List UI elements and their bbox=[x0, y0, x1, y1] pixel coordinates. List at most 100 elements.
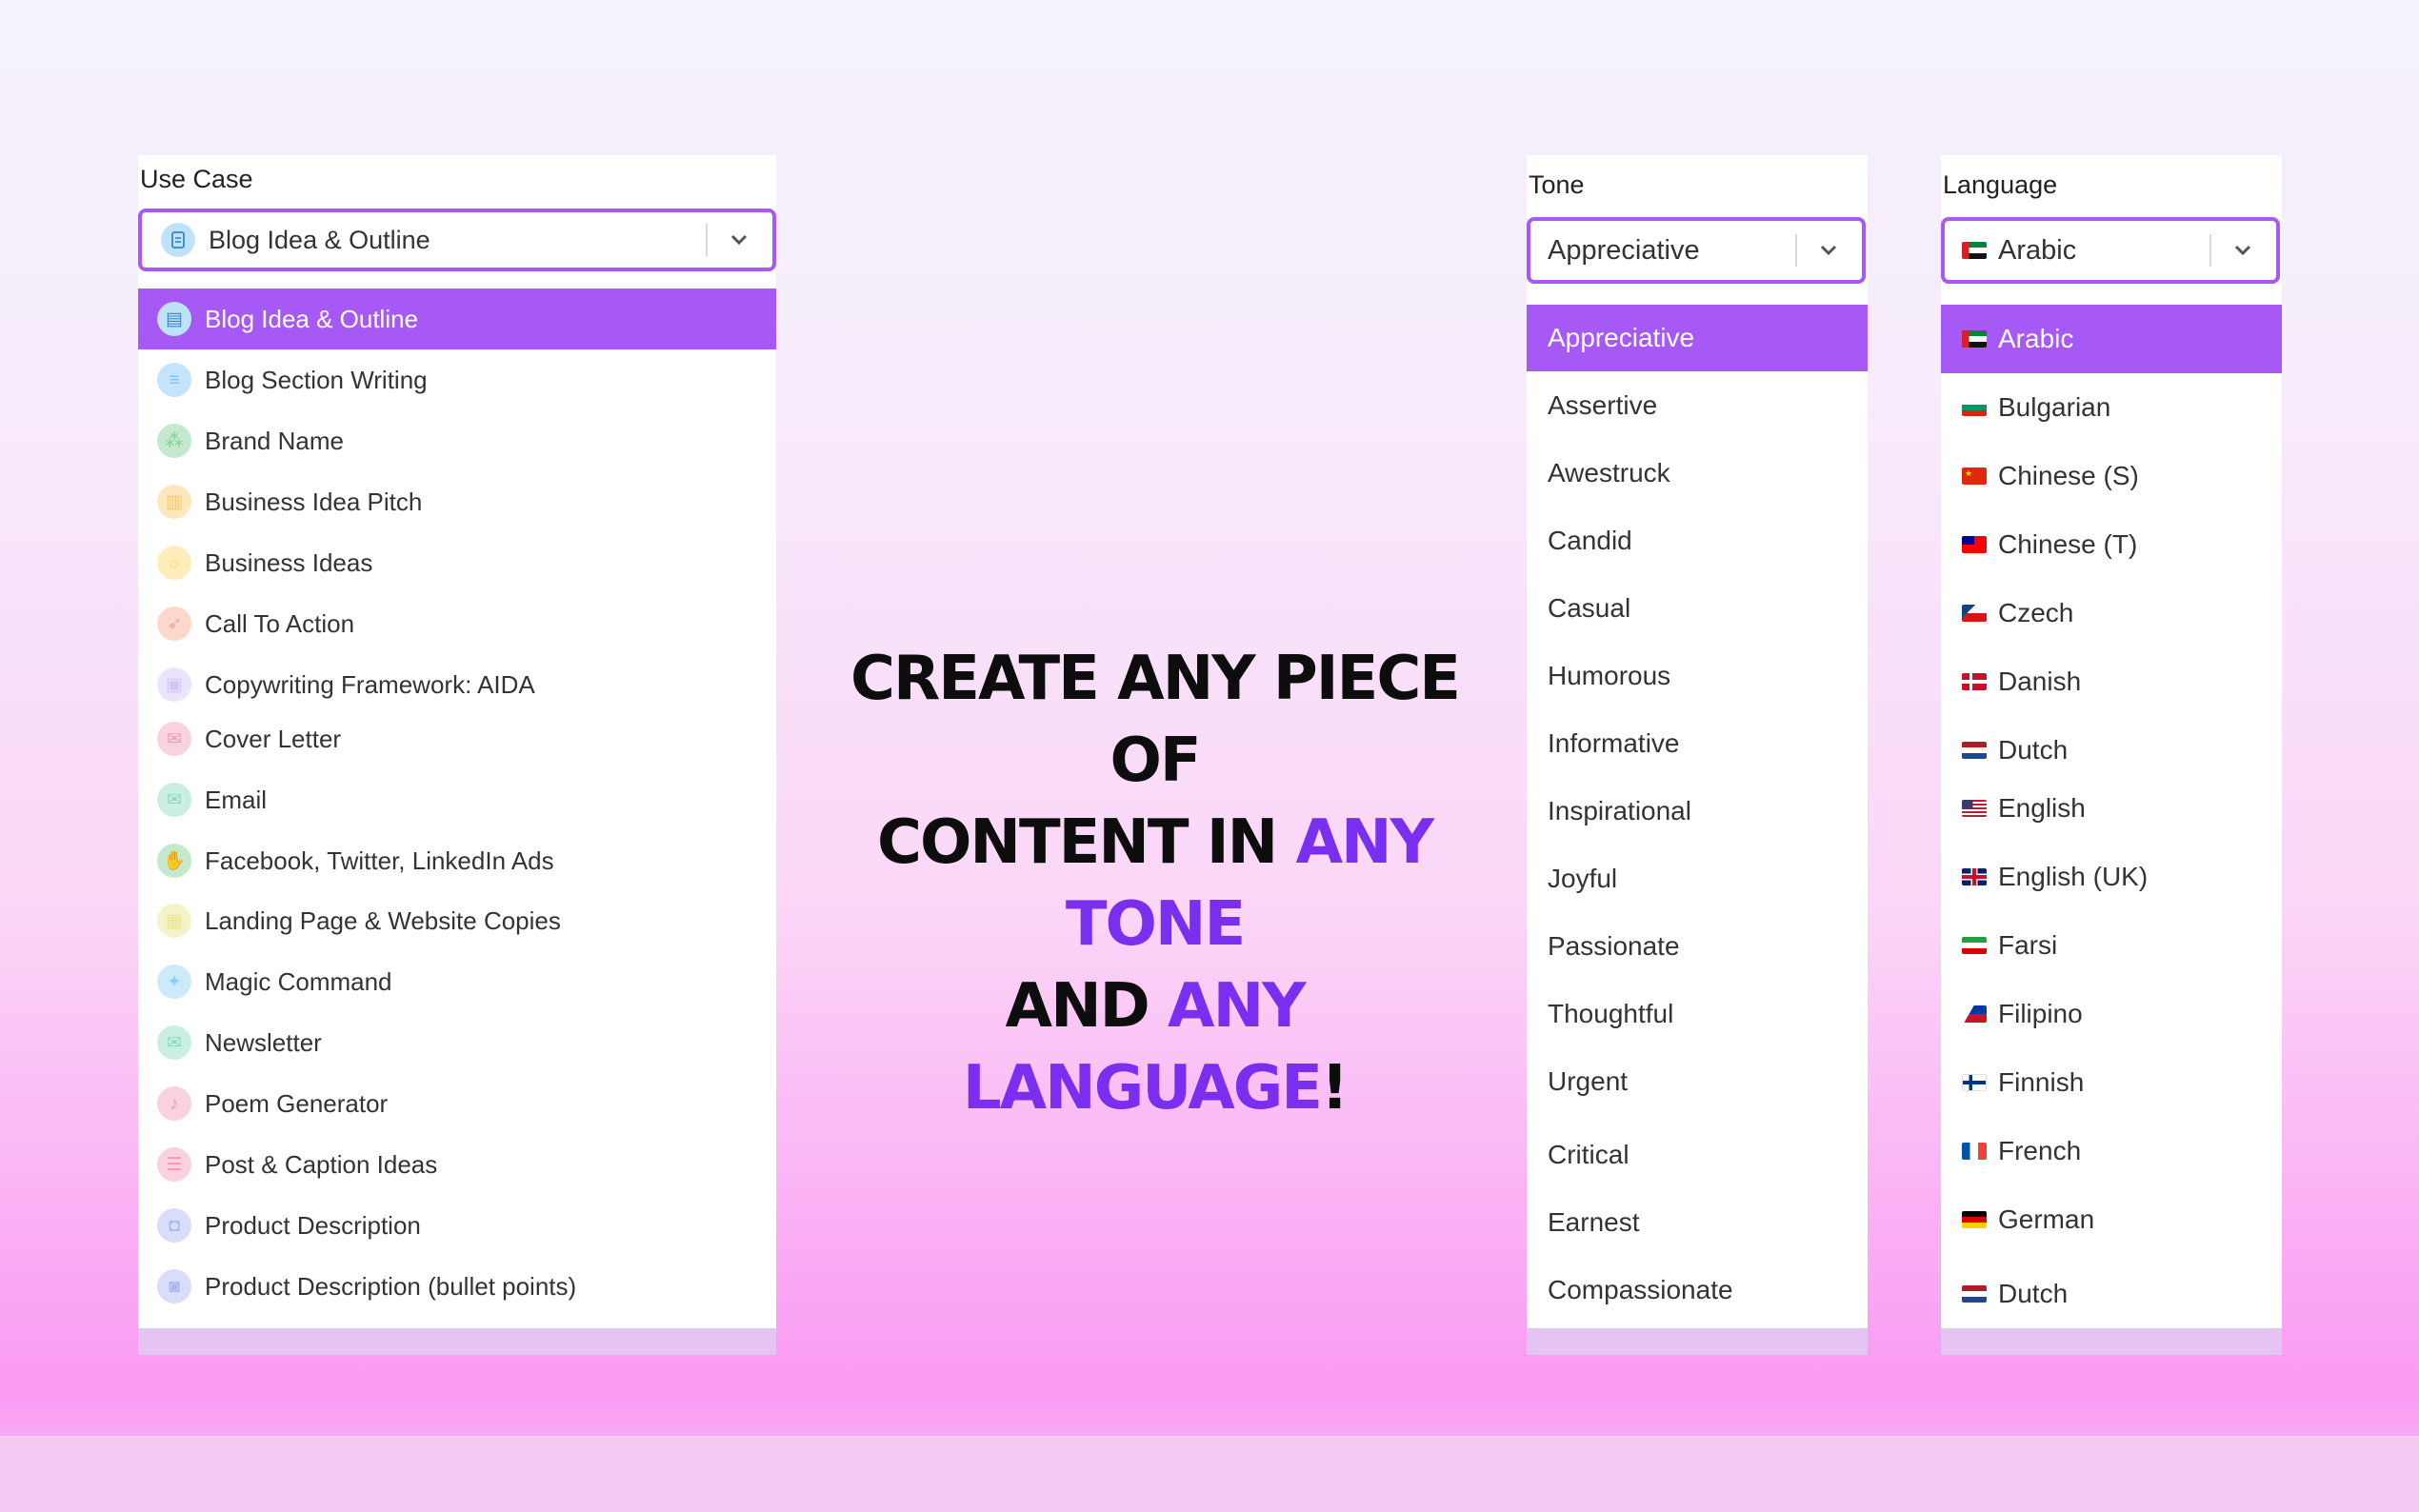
tone-option[interactable]: Critical bbox=[1527, 1122, 1868, 1188]
use-case-option-label: Facebook, Twitter, LinkedIn Ads bbox=[205, 846, 554, 875]
tone-option[interactable]: Passionate bbox=[1527, 913, 1868, 980]
tone-option[interactable]: Informative bbox=[1527, 710, 1868, 777]
tone-option-label: Informative bbox=[1548, 728, 1680, 758]
language-option[interactable]: Finnish bbox=[1941, 1048, 2282, 1117]
use-case-option[interactable]: ✉ Email bbox=[138, 769, 776, 830]
language-option[interactable]: English bbox=[1941, 774, 2282, 843]
use-case-option[interactable]: ☰ Post & Caption Ideas bbox=[138, 1134, 776, 1195]
language-option[interactable]: German bbox=[1941, 1185, 2282, 1254]
tone-select[interactable]: Appreciative bbox=[1527, 217, 1866, 284]
flag-icon: ★ bbox=[1962, 468, 1987, 485]
use-case-option[interactable]: ✉ Cover Letter bbox=[138, 708, 776, 769]
tone-option-label: Candid bbox=[1548, 526, 1632, 555]
tone-option[interactable]: Urgent bbox=[1527, 1048, 1868, 1115]
language-option[interactable]: Bulgarian bbox=[1941, 373, 2282, 442]
language-option-label: Chinese (T) bbox=[1998, 529, 2138, 559]
tone-option[interactable]: Inspirational bbox=[1527, 778, 1868, 845]
use-case-option[interactable]: ✋ Facebook, Twitter, LinkedIn Ads bbox=[138, 830, 776, 891]
language-option-label: Filipino bbox=[1998, 999, 2083, 1028]
use-case-option-label: Call To Action bbox=[205, 608, 355, 638]
select-separator bbox=[1795, 234, 1797, 267]
flag-icon bbox=[1962, 1285, 1987, 1303]
tone-option[interactable]: Casual bbox=[1527, 575, 1868, 642]
language-option[interactable]: French bbox=[1941, 1117, 2282, 1185]
language-option[interactable]: Danish bbox=[1941, 647, 2282, 716]
language-option[interactable]: ★ Chinese (S) bbox=[1941, 442, 2282, 510]
tone-option[interactable]: Candid bbox=[1527, 507, 1868, 574]
use-case-option[interactable]: ➶ Call To Action bbox=[138, 593, 776, 654]
tone-option[interactable]: Humorous bbox=[1527, 643, 1868, 709]
select-separator bbox=[2209, 234, 2211, 267]
use-case-option-label: Magic Command bbox=[205, 966, 392, 996]
language-option[interactable]: Czech bbox=[1941, 579, 2282, 647]
use-case-option[interactable]: ▤ Blog Idea & Outline bbox=[138, 288, 776, 349]
flag-icon bbox=[1962, 742, 1987, 759]
language-option-label: Danish bbox=[1998, 666, 2082, 696]
use-case-option[interactable]: ▣ Copywriting Framework: AIDA bbox=[138, 654, 776, 715]
flag-icon bbox=[1962, 1211, 1987, 1228]
headline-text: CONTENT IN bbox=[877, 807, 1296, 878]
use-case-select[interactable]: Blog Idea & Outline bbox=[138, 209, 776, 271]
flag-icon bbox=[1962, 605, 1987, 622]
tone-option-label: Compassionate bbox=[1548, 1275, 1733, 1304]
language-option-label: Chinese (S) bbox=[1998, 461, 2139, 490]
use-case-selected-value: Blog Idea & Outline bbox=[209, 225, 430, 254]
language-option-label: Finnish bbox=[1998, 1067, 2085, 1097]
chevron-down-icon[interactable] bbox=[725, 226, 753, 254]
use-case-option[interactable]: ◙ Product Description (bullet points) bbox=[138, 1256, 776, 1317]
tone-option-label: Earnest bbox=[1548, 1207, 1640, 1237]
language-option-label: French bbox=[1998, 1136, 2082, 1165]
use-case-option[interactable]: ▥ Business Idea Pitch bbox=[138, 471, 776, 532]
flag-icon bbox=[1962, 800, 1987, 817]
tone-option-label: Appreciative bbox=[1548, 323, 1695, 352]
language-selected-value: Arabic bbox=[1945, 235, 2209, 267]
flag-icon bbox=[1962, 1005, 1987, 1023]
headline-text: ! bbox=[1321, 1053, 1349, 1124]
list-icon: ☰ bbox=[157, 1147, 191, 1182]
chevron-down-icon[interactable] bbox=[1814, 236, 1843, 265]
use-case-option[interactable]: ♪ Poem Generator bbox=[138, 1073, 776, 1134]
tone-option[interactable]: Joyful bbox=[1527, 846, 1868, 912]
language-option-label: Dutch bbox=[1998, 1279, 2069, 1308]
tone-option[interactable]: Appreciative bbox=[1527, 305, 1868, 371]
document-icon bbox=[161, 223, 195, 257]
tone-option-label: Thoughtful bbox=[1548, 999, 1674, 1028]
tone-option-label: Joyful bbox=[1548, 864, 1618, 893]
use-case-option-label: Cover Letter bbox=[205, 724, 342, 753]
mail-open-icon: ✉ bbox=[157, 1025, 191, 1060]
use-case-option[interactable]: ☼ Business Ideas bbox=[138, 532, 776, 593]
tone-option[interactable]: Assertive bbox=[1527, 372, 1868, 439]
flag-icon bbox=[1962, 937, 1987, 954]
top-band bbox=[0, 0, 2419, 74]
language-option[interactable]: Filipino bbox=[1941, 980, 2282, 1048]
language-option[interactable]: Chinese (T) bbox=[1941, 510, 2282, 579]
lightbulb-icon: ☼ bbox=[157, 546, 191, 580]
language-option-label: Dutch bbox=[1998, 735, 2069, 765]
use-case-option-label: Post & Caption Ideas bbox=[205, 1149, 438, 1179]
tone-panel: Tone Appreciative Appreciative Assertive A… bbox=[1527, 155, 1868, 1355]
language-option[interactable]: Dutch bbox=[1941, 1260, 2282, 1328]
language-option-label: English bbox=[1998, 793, 2086, 823]
use-case-option[interactable]: ▦ Landing Page & Website Copies bbox=[138, 890, 776, 951]
use-case-option[interactable]: ◘ Product Description bbox=[138, 1195, 776, 1256]
flag-icon bbox=[1962, 399, 1987, 416]
chevron-down-icon[interactable] bbox=[2229, 236, 2257, 265]
tone-option[interactable]: Thoughtful bbox=[1527, 981, 1868, 1047]
language-option[interactable]: Arabic bbox=[1941, 305, 2282, 373]
use-case-option-label: Product Description (bullet points) bbox=[205, 1271, 577, 1301]
tone-option[interactable]: Awestruck bbox=[1527, 440, 1868, 507]
use-case-option-label: Poem Generator bbox=[205, 1088, 389, 1118]
tone-option-label: Awestruck bbox=[1548, 458, 1670, 487]
language-option[interactable]: English (UK) bbox=[1941, 843, 2282, 911]
nodes-icon: ⁂ bbox=[157, 424, 191, 458]
use-case-option[interactable]: ⁂ Brand Name bbox=[138, 410, 776, 471]
language-select[interactable]: Arabic bbox=[1941, 217, 2280, 284]
clipboard-icon: ▣ bbox=[157, 667, 191, 702]
use-case-option[interactable]: ✦ Magic Command bbox=[138, 951, 776, 1012]
use-case-option[interactable]: ≡ Blog Section Writing bbox=[138, 349, 776, 410]
tone-option[interactable]: Earnest bbox=[1527, 1189, 1868, 1256]
tone-option[interactable]: Compassionate bbox=[1527, 1257, 1868, 1323]
use-case-option[interactable]: ✉ Newsletter bbox=[138, 1012, 776, 1073]
language-option-label: English (UK) bbox=[1998, 862, 2149, 891]
language-option[interactable]: Farsi bbox=[1941, 911, 2282, 980]
